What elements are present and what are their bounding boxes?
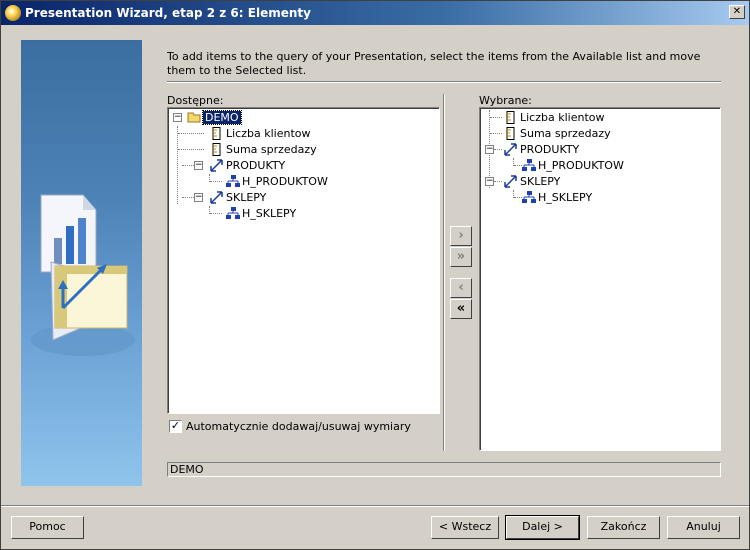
folder-icon [187,111,201,125]
tree-node-label: Suma sprzedazy [226,143,317,156]
available-tree[interactable]: − DEMO Liczba klientow Suma sprzedazy − … [167,107,440,414]
tree-node-label: H_SKLEPY [538,191,593,204]
title-bar: Presentation Wizard, etap 2 z 6: Element… [1,1,749,25]
tree-node-label: H_PRODUKTOW [242,175,328,188]
expander-sklepy[interactable]: − [485,177,494,186]
finish-button[interactable]: Zakończ [587,516,660,539]
auto-dimensions-checkbox[interactable]: ✓ [169,420,182,433]
tree-node-hierarchy[interactable]: H_PRODUKTOW [226,174,328,190]
hierarchy-icon [522,191,536,205]
dimension-icon [210,159,224,173]
instructions-text: To add items to the query of your Presen… [167,50,701,77]
tree-node-label: H_PRODUKTOW [538,159,624,172]
tree-node-measure[interactable]: Liczba klientow [504,110,605,126]
tree-node-label: Suma sprzedazy [520,127,611,140]
selected-label: Wybrane: [479,94,532,107]
pane-splitter[interactable] [443,94,445,451]
close-button[interactable]: ✕ [729,5,745,19]
selected-tree[interactable]: Liczba klientow Suma sprzedazy − PRODUKT… [479,107,721,451]
tree-node-label: H_SKLEPY [242,207,297,220]
hierarchy-icon [226,175,240,189]
add-button[interactable]: › [450,226,472,246]
remove-all-button[interactable]: « [450,299,472,319]
dimension-icon [210,191,224,205]
next-button[interactable]: Dalej > [505,515,580,540]
remove-button[interactable]: ‹ [450,278,472,298]
tree-node-measure[interactable]: Suma sprzedazy [504,126,611,142]
expander-sklepy[interactable]: − [194,193,203,202]
expander-demo[interactable]: − [173,113,182,122]
dimension-icon [504,175,518,189]
measure-icon [210,143,224,157]
tree-node-label: SKLEPY [520,175,561,188]
top-divider [167,81,721,83]
tree-node-dimension[interactable]: SKLEPY [210,190,266,206]
wizard-banner [21,40,142,486]
add-all-button[interactable]: » [450,247,472,267]
expander-produkty[interactable]: − [194,161,203,170]
tree-node-dimension[interactable]: SKLEPY [504,174,560,190]
tree-node-label: DEMO [202,110,242,125]
back-button[interactable]: < Wstecz [431,516,499,539]
window-title: Presentation Wizard, etap 2 z 6: Element… [25,6,311,20]
presentation-wizard-icon [31,194,135,356]
help-button[interactable]: Pomoc [11,516,84,539]
cancel-button[interactable]: Anuluj [667,516,740,539]
expander-produkty[interactable]: − [485,145,494,154]
available-label: Dostępne: [167,94,224,107]
tree-node-measure[interactable]: Suma sprzedazy [210,142,317,158]
tree-node-label: PRODUKTY [226,159,286,172]
hierarchy-icon [226,207,240,221]
measure-icon [504,127,518,141]
measure-icon [210,127,224,141]
wizard-window: Presentation Wizard, etap 2 z 6: Element… [0,0,750,550]
tree-node-measure[interactable]: Liczba klientow [210,126,311,142]
tree-node-label: Liczba klientow [226,127,311,140]
bottom-divider [1,505,749,507]
tree-node-dimension[interactable]: PRODUKTY [210,158,285,174]
hierarchy-icon [522,159,536,173]
tree-node-label: Liczba klientow [520,111,605,124]
tree-node-dimension[interactable]: PRODUKTY [504,142,579,158]
tree-node-hierarchy[interactable]: H_SKLEPY [522,190,592,206]
app-icon [5,5,21,21]
tree-node-label: PRODUKTY [520,143,580,156]
measure-icon [504,111,518,125]
tree-node-demo[interactable]: DEMO [187,110,242,126]
tree-node-hierarchy[interactable]: H_PRODUKTOW [522,158,624,174]
tree-node-hierarchy[interactable]: H_SKLEPY [226,206,296,222]
auto-dimensions-label[interactable]: Automatycznie dodawaj/usuwaj wymiary [186,420,411,433]
dimension-icon [504,143,518,157]
tree-node-label: SKLEPY [226,191,267,204]
selection-path-field: DEMO [167,462,721,477]
